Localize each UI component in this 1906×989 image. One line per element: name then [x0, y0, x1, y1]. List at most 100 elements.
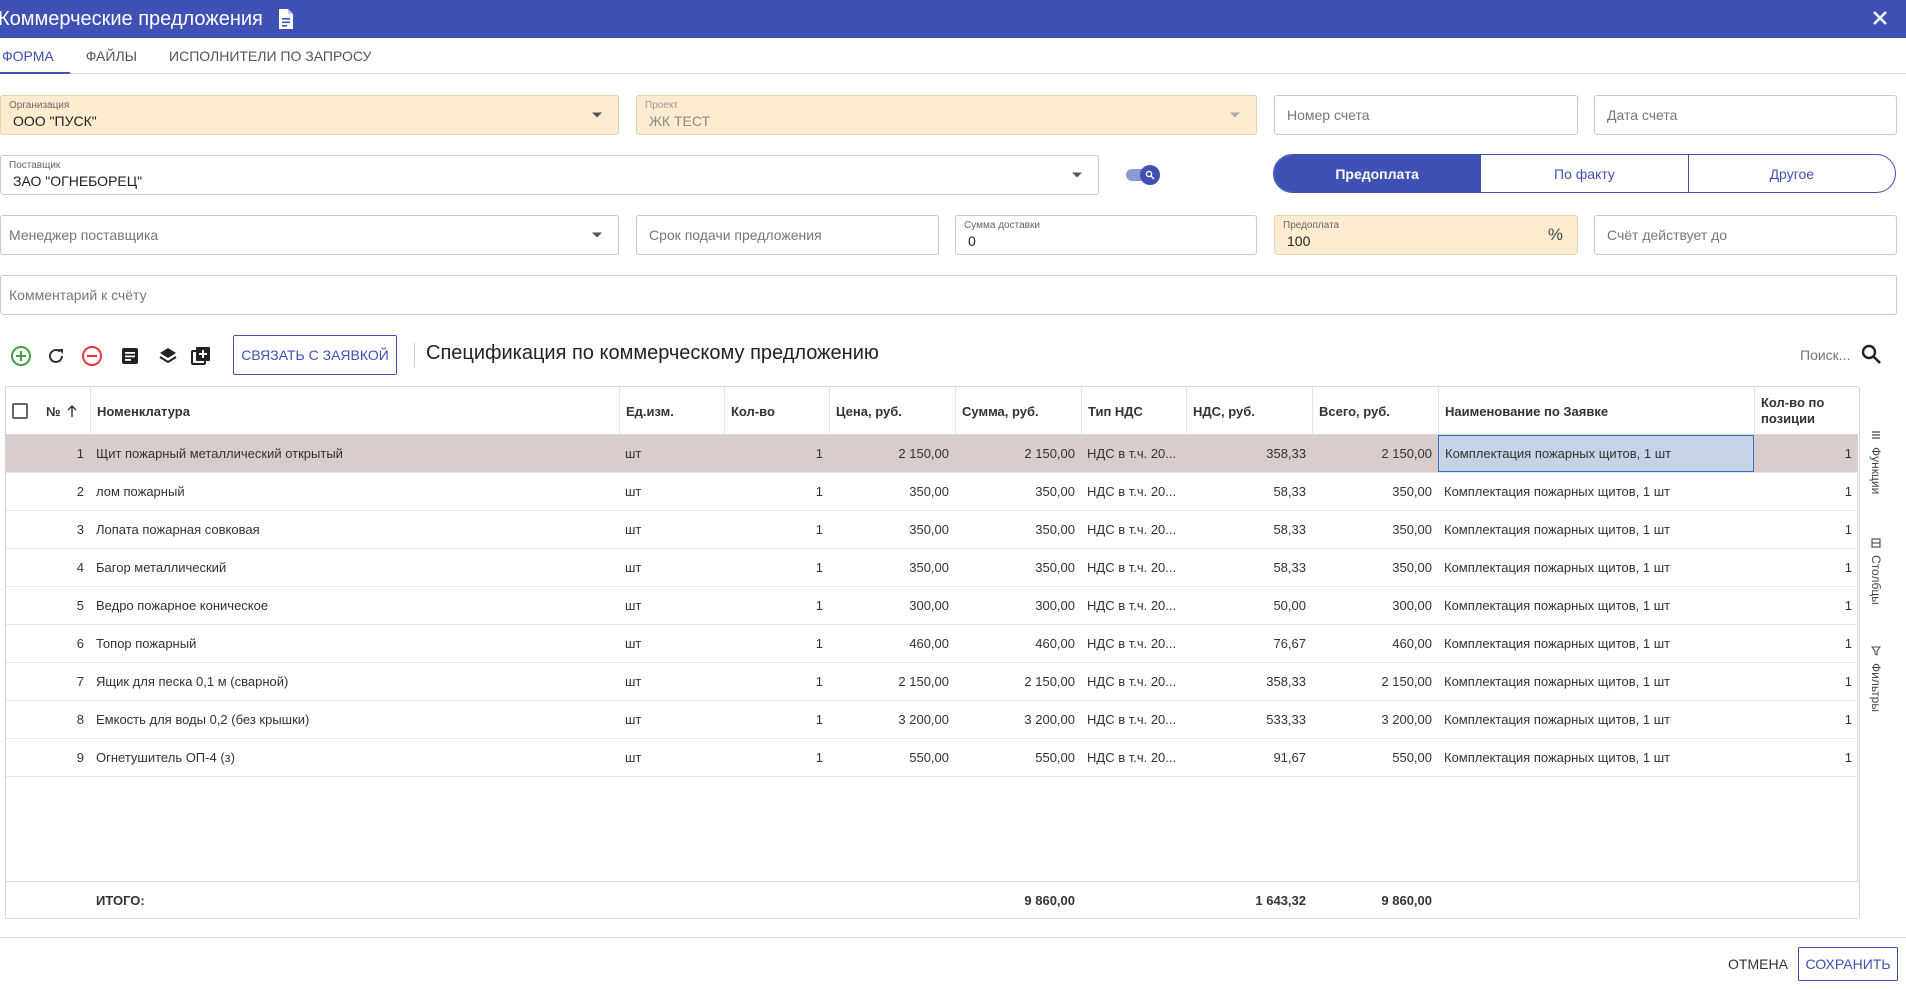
- cell-vat-type[interactable]: НДС в т.ч. 20...: [1081, 663, 1186, 700]
- table-row[interactable]: 2 лом пожарный шт 1 350,00 350,00 НДС в т.ч. 2…: [6, 473, 1858, 511]
- cell-unit[interactable]: шт: [619, 701, 724, 738]
- cell-position-qty[interactable]: 1: [1754, 701, 1858, 738]
- cell-sum[interactable]: 2 150,00: [955, 663, 1081, 700]
- table-row[interactable]: 1 Щит пожарный металлический открытый шт 1 2…: [6, 435, 1858, 473]
- cell-number[interactable]: 3: [40, 511, 90, 548]
- valid-until-field[interactable]: Счёт действует до: [1594, 215, 1897, 255]
- cell-request-name[interactable]: Комплектация пожарных щитов, 1 шт: [1438, 625, 1754, 662]
- invoice-date-field[interactable]: Дата счета: [1594, 95, 1897, 135]
- cell-price[interactable]: 350,00: [829, 549, 955, 586]
- cell-sum[interactable]: 460,00: [955, 625, 1081, 662]
- cell-vat[interactable]: 358,33: [1186, 663, 1312, 700]
- col-price[interactable]: Цена, руб.: [829, 387, 955, 435]
- supplier-search-toggle[interactable]: [1126, 165, 1160, 185]
- link-request-button[interactable]: СВЯЗАТЬ С ЗАЯВКОЙ: [233, 335, 397, 375]
- search-input[interactable]: Поиск...: [1800, 347, 1850, 363]
- cell-qty[interactable]: 1: [724, 473, 829, 510]
- cell-position-qty[interactable]: 1: [1754, 511, 1858, 548]
- col-request-name[interactable]: Наименование по Заявке: [1438, 387, 1754, 435]
- cell-number[interactable]: 8: [40, 701, 90, 738]
- table-row[interactable]: 7 Ящик для песка 0,1 м (сварной) шт 1 2 150,…: [6, 663, 1858, 701]
- cell-request-name[interactable]: Комплектация пожарных щитов, 1 шт: [1438, 739, 1754, 776]
- cell-total[interactable]: 350,00: [1312, 473, 1438, 510]
- cell-sum[interactable]: 3 200,00: [955, 701, 1081, 738]
- cell-sum[interactable]: 350,00: [955, 511, 1081, 548]
- col-number[interactable]: №: [40, 387, 90, 435]
- remove-icon[interactable]: [80, 344, 104, 368]
- cell-total[interactable]: 350,00: [1312, 549, 1438, 586]
- cell-request-name[interactable]: Комплектация пожарных щитов, 1 шт: [1438, 473, 1754, 510]
- cell-nomenclature[interactable]: Багор металлический: [90, 549, 619, 586]
- cell-unit[interactable]: шт: [619, 739, 724, 776]
- cell-position-qty[interactable]: 1: [1754, 739, 1858, 776]
- cell-qty[interactable]: 1: [724, 739, 829, 776]
- organization-select[interactable]: Организация ООО "ПУСК": [0, 95, 619, 135]
- tab-form[interactable]: ФОРМА: [0, 38, 70, 74]
- cell-price[interactable]: 2 150,00: [829, 435, 955, 472]
- cell-price[interactable]: 550,00: [829, 739, 955, 776]
- cell-qty[interactable]: 1: [724, 435, 829, 472]
- cell-nomenclature[interactable]: Щит пожарный металлический открытый: [90, 435, 619, 472]
- cell-vat[interactable]: 358,33: [1186, 435, 1312, 472]
- cell-unit[interactable]: шт: [619, 625, 724, 662]
- project-select[interactable]: Проект ЖК ТЕСТ: [636, 95, 1257, 135]
- side-tab-filters[interactable]: Фильтры: [1860, 645, 1892, 725]
- invoice-number-field[interactable]: Номер счета: [1274, 95, 1578, 135]
- table-row[interactable]: 8 Емкость для воды 0,2 (без крышки) шт 1 3 2…: [6, 701, 1858, 739]
- cell-vat-type[interactable]: НДС в т.ч. 20...: [1081, 587, 1186, 624]
- col-vat[interactable]: НДС, руб.: [1186, 387, 1312, 435]
- cell-vat[interactable]: 58,33: [1186, 473, 1312, 510]
- cell-number[interactable]: 4: [40, 549, 90, 586]
- cell-vat[interactable]: 58,33: [1186, 549, 1312, 586]
- cell-vat[interactable]: 533,33: [1186, 701, 1312, 738]
- supplier-manager-select[interactable]: Менеджер поставщика: [0, 215, 619, 255]
- cell-price[interactable]: 350,00: [829, 511, 955, 548]
- cell-total[interactable]: 460,00: [1312, 625, 1438, 662]
- prepayment-field[interactable]: Предоплата 100 %: [1274, 215, 1578, 255]
- cell-sum[interactable]: 2 150,00: [955, 435, 1081, 472]
- table-row[interactable]: 9 Огнетушитель ОП-4 (з) шт 1 550,00 550,00 НДС…: [6, 739, 1858, 777]
- cell-request-name[interactable]: Комплектация пожарных щитов, 1 шт: [1438, 511, 1754, 548]
- cell-vat-type[interactable]: НДС в т.ч. 20...: [1081, 473, 1186, 510]
- comment-field[interactable]: Комментарий к счёту: [0, 275, 1897, 315]
- cell-vat-type[interactable]: НДС в т.ч. 20...: [1081, 435, 1186, 472]
- payment-option-other[interactable]: Другое: [1687, 155, 1895, 192]
- payment-option-prepayment[interactable]: Предоплата: [1274, 155, 1481, 192]
- cell-sum[interactable]: 350,00: [955, 549, 1081, 586]
- cancel-button[interactable]: ОТМЕНА: [1722, 947, 1794, 981]
- cell-number[interactable]: 6: [40, 625, 90, 662]
- cell-unit[interactable]: шт: [619, 473, 724, 510]
- cell-sum[interactable]: 550,00: [955, 739, 1081, 776]
- tab-files[interactable]: ФАЙЛЫ: [70, 38, 153, 74]
- cell-price[interactable]: 350,00: [829, 473, 955, 510]
- cell-price[interactable]: 300,00: [829, 587, 955, 624]
- cell-nomenclature[interactable]: Ящик для песка 0,1 м (сварной): [90, 663, 619, 700]
- cell-qty[interactable]: 1: [724, 511, 829, 548]
- add-icon[interactable]: [9, 344, 33, 368]
- cell-unit[interactable]: шт: [619, 511, 724, 548]
- cell-unit[interactable]: шт: [619, 663, 724, 700]
- cell-position-qty[interactable]: 1: [1754, 587, 1858, 624]
- cell-position-qty[interactable]: 1: [1754, 663, 1858, 700]
- col-nomenclature[interactable]: Номенклатура: [90, 387, 619, 435]
- col-qty[interactable]: Кол-во: [724, 387, 829, 435]
- cell-sum[interactable]: 350,00: [955, 473, 1081, 510]
- cell-number[interactable]: 5: [40, 587, 90, 624]
- cell-vat-type[interactable]: НДС в т.ч. 20...: [1081, 701, 1186, 738]
- cell-qty[interactable]: 1: [724, 587, 829, 624]
- cell-request-name[interactable]: Комплектация пожарных щитов, 1 шт: [1438, 435, 1754, 472]
- side-tab-functions[interactable]: Функции: [1860, 429, 1892, 509]
- cell-total[interactable]: 300,00: [1312, 587, 1438, 624]
- cell-vat-type[interactable]: НДС в т.ч. 20...: [1081, 739, 1186, 776]
- cell-unit[interactable]: шт: [619, 549, 724, 586]
- cell-position-qty[interactable]: 1: [1754, 473, 1858, 510]
- cell-qty[interactable]: 1: [724, 701, 829, 738]
- select-all-checkbox[interactable]: [12, 403, 28, 419]
- close-icon[interactable]: [1868, 6, 1892, 30]
- table-row[interactable]: 3 Лопата пожарная совковая шт 1 350,00 350,00…: [6, 511, 1858, 549]
- save-button[interactable]: СОХРАНИТЬ: [1798, 947, 1898, 981]
- layers-icon[interactable]: [156, 344, 180, 368]
- cell-total[interactable]: 2 150,00: [1312, 663, 1438, 700]
- cell-price[interactable]: 2 150,00: [829, 663, 955, 700]
- cell-nomenclature[interactable]: Ведро пожарное коническое: [90, 587, 619, 624]
